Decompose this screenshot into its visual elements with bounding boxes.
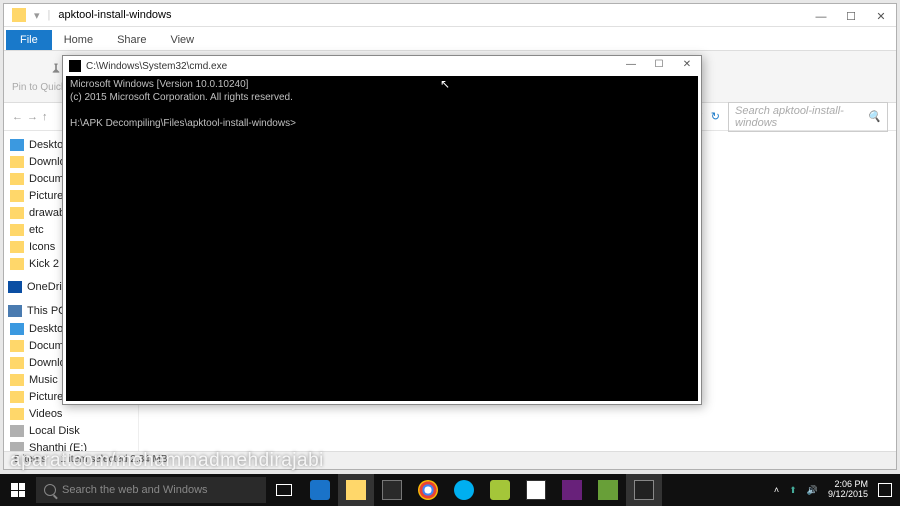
up-button[interactable]: ↑ (42, 111, 48, 123)
sidebar-icon (10, 190, 24, 202)
store-icon (382, 480, 402, 500)
taskbar-search-input[interactable]: Search the web and Windows (36, 477, 266, 503)
cmd-line: Microsoft Windows [Version 10.0.10240] (70, 79, 248, 90)
sidebar-item-label: Videos (29, 408, 62, 420)
onedrive-icon (8, 281, 22, 293)
sidebar-icon (10, 241, 24, 253)
taskbar-app-cmd[interactable] (626, 474, 662, 506)
taskbar-app-store[interactable] (374, 474, 410, 506)
sidebar-icon (10, 207, 24, 219)
explorer-titlebar[interactable]: ▾ | apktool-install-windows — ☐ ✕ (4, 4, 896, 27)
android-icon (490, 480, 510, 500)
back-button[interactable]: ← (12, 111, 23, 123)
sidebar-icon (10, 258, 24, 270)
separator: | (48, 9, 51, 21)
window-title: apktool-install-windows (58, 9, 171, 21)
ribbon-tabs: File Home Share View (4, 27, 896, 51)
taskbar-app-explorer[interactable] (338, 474, 374, 506)
cmd-window[interactable]: C:\Windows\System32\cmd.exe — ☐ ✕ Micros… (62, 55, 702, 405)
tab-view[interactable]: View (158, 30, 206, 50)
maximize-button[interactable]: ☐ (836, 7, 866, 27)
sidebar-icon (10, 425, 24, 437)
sidebar-icon (10, 139, 24, 151)
chrome-icon (418, 480, 438, 500)
minimize-button[interactable]: — (806, 7, 836, 27)
brackets-icon (526, 480, 546, 500)
refresh-button[interactable]: ↻ (711, 110, 720, 123)
cmd-title: C:\Windows\System32\cmd.exe (86, 61, 227, 72)
sidebar-item-label: Icons (29, 241, 55, 253)
taskbar-app-edge[interactable] (302, 474, 338, 506)
cmd-terminal[interactable]: Microsoft Windows [Version 10.0.10240] (… (66, 76, 698, 401)
taskbar-app-android[interactable] (482, 474, 518, 506)
sidebar-icon (10, 340, 24, 352)
taskbar-app-chrome[interactable] (410, 474, 446, 506)
minimize-button[interactable]: — (617, 56, 645, 74)
sidebar-icon (10, 173, 24, 185)
taskbar-app-visualstudio[interactable] (554, 474, 590, 506)
sidebar-icon (10, 374, 24, 386)
cmd-icon (634, 480, 654, 500)
close-button[interactable]: ✕ (673, 56, 701, 74)
sidebar-icon (10, 408, 24, 420)
search-input[interactable]: Search apktool-install-windows 🔍 (728, 102, 888, 132)
sidebar-icon (10, 323, 24, 335)
androidstudio-icon (598, 480, 618, 500)
taskbar-apps (266, 474, 662, 506)
pc-icon (8, 305, 22, 317)
sidebar-icon (10, 156, 24, 168)
search-icon (44, 484, 56, 496)
vs-icon (562, 480, 582, 500)
folder-icon (12, 8, 26, 22)
system-tray: ˄ ⬆ 🔊 2:06 PM 9/12/2015 (774, 480, 900, 500)
taskbar-app-skype[interactable] (446, 474, 482, 506)
search-icon: 🔍 (867, 110, 881, 123)
cmd-icon (69, 60, 81, 72)
tab-share[interactable]: Share (105, 30, 158, 50)
windows-logo-icon (11, 483, 25, 497)
maximize-button[interactable]: ☐ (645, 56, 673, 74)
tray-chevron-icon[interactable]: ˄ (774, 485, 779, 495)
task-view-button[interactable] (266, 474, 302, 506)
sidebar-icon (10, 391, 24, 403)
sidebar-item-label: Kick 2 (29, 258, 59, 270)
forward-button[interactable]: → (27, 111, 38, 123)
bluetooth-icon[interactable]: ⬆ (789, 485, 797, 496)
taskbar-app-androidstudio[interactable] (590, 474, 626, 506)
cmd-line: (c) 2015 Microsoft Corporation. All righ… (70, 92, 293, 103)
cmd-titlebar[interactable]: C:\Windows\System32\cmd.exe — ☐ ✕ (63, 56, 701, 76)
sidebar-item[interactable]: Videos (6, 405, 136, 422)
watermark-text: aparat.com/mohammadmehdirajabi (10, 450, 324, 472)
close-button[interactable]: ✕ (866, 7, 896, 27)
folder-icon (346, 480, 366, 500)
sidebar-icon (10, 224, 24, 236)
down-caret-icon[interactable]: ▾ (34, 9, 40, 22)
notifications-icon[interactable] (878, 483, 892, 497)
start-button[interactable] (0, 474, 36, 506)
edge-icon (310, 480, 330, 500)
sidebar-item-label: Music (29, 374, 58, 386)
sidebar-item[interactable]: Local Disk (6, 422, 136, 439)
skype-icon (454, 480, 474, 500)
sidebar-item-label: etc (29, 224, 44, 236)
cmd-prompt: H:\APK Decompiling\Files\apktool-install… (70, 118, 296, 129)
taskbar: Search the web and Windows ˄ ⬆ 🔊 2:06 PM… (0, 474, 900, 506)
tab-file[interactable]: File (6, 30, 52, 50)
sidebar-item-label: Local Disk (29, 425, 80, 437)
clock[interactable]: 2:06 PM 9/12/2015 (828, 480, 868, 500)
task-view-icon (276, 484, 292, 496)
tab-home[interactable]: Home (52, 30, 105, 50)
volume-icon[interactable]: 🔊 (807, 485, 818, 496)
sidebar-icon (10, 357, 24, 369)
taskbar-app-brackets[interactable] (518, 474, 554, 506)
